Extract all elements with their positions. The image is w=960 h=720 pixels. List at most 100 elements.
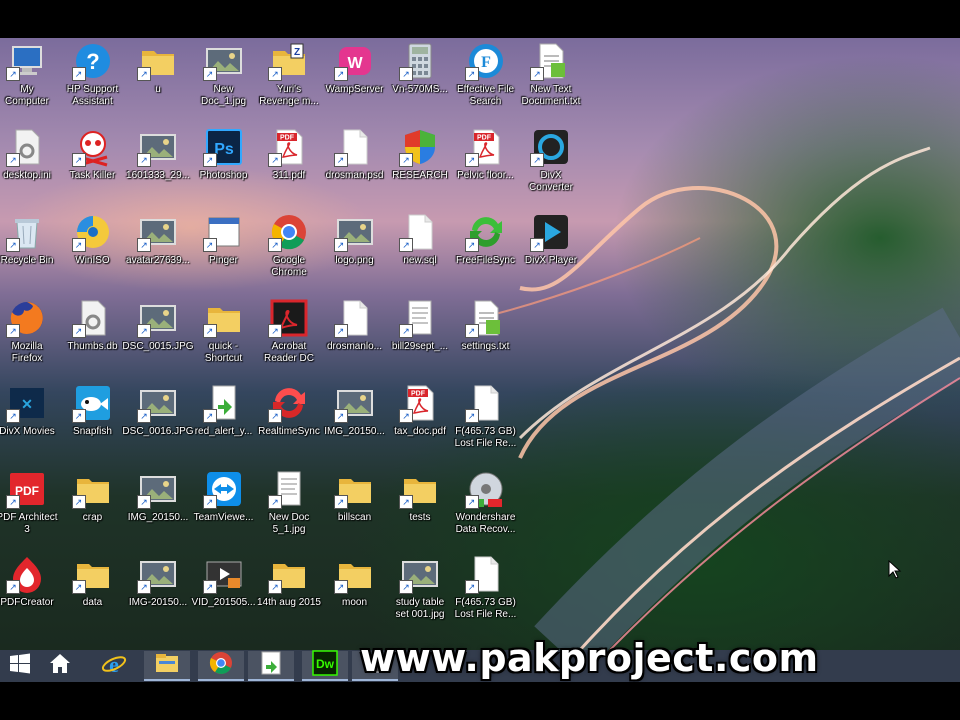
desktop-shortcut-label: 311.pdf [272,169,306,181]
desktop-shortcut[interactable]: ↗ PDFCreator [0,552,59,638]
desktop-shortcut[interactable]: W ↗ WampServer [323,39,387,125]
desktop-shortcut-label: study table set 001.jpg [395,597,445,620]
desktop-shortcut[interactable]: Z ↗ Yuri's Revenge m... [257,39,321,125]
desktop-shortcut[interactable]: ↗ 14th aug 2015 [257,552,321,638]
shortcut-arrow-icon: ↗ [202,494,217,509]
desktop-shortcut[interactable]: ↗ tests [388,467,452,553]
desktop-shortcut[interactable]: ↗ IMG_20150... [126,467,190,553]
shortcut-arrow-icon: ↗ [333,152,348,167]
desktop-shortcut[interactable]: ↗ New Doc 5_1.jpg [257,467,321,553]
desktop-shortcut[interactable]: PDF ↗ 311.pdf [257,125,321,211]
desktop-shortcut[interactable]: ↗ billscan [323,467,387,553]
desktop-shortcut[interactable]: ↗ Vn-570MS... [388,39,452,125]
file-explorer-button[interactable] [144,651,190,681]
desktop-shortcut[interactable]: ↗ study table set 001.jpg [388,552,452,638]
desktop-shortcut[interactable]: ↗ TeamViewe... [192,467,256,553]
dreamweaver-button[interactable]: Dw [302,649,348,681]
desktop-shortcut[interactable]: ↗ red_alert_y... [192,381,256,467]
desktop-shortcut[interactable]: ↗ F(465.73 GB) Lost File Re... [454,552,518,638]
blank-file-icon: ↗ [333,298,376,338]
desktop-shortcut[interactable]: ↗ DSC_0016.JPG [122,381,194,467]
internet-explorer-button[interactable]: e [94,651,134,681]
desktop-shortcut[interactable]: F ↗ Effective File Search [454,39,518,125]
shortcut-arrow-icon: ↗ [464,67,479,81]
shield-icon: ↗ [399,127,441,167]
desktop[interactable]: ↗ My Computer? ↗ HP Support Assistant ↗ u ↗ New… [0,38,960,650]
desktop-shortcut-label: HP Support Assistant [66,84,119,107]
shortcut-arrow-icon: ↗ [333,67,348,81]
desktop-shortcut-label: Pinger [209,255,238,266]
shortcut-arrow-icon: ↗ [333,238,348,252]
desktop-shortcut[interactable]: ↗ Recycle Bin [0,210,59,296]
chrome-button[interactable] [198,651,244,681]
desktop-shortcut[interactable]: ↗ New Text Document.txt [519,39,583,125]
desktop-shortcut[interactable]: ↗ moon [323,552,387,638]
desktop-shortcut[interactable]: ↗ Mozilla Firefox [0,296,59,382]
desktop-shortcut[interactable]: ↗ Task Killer [61,125,125,211]
desktop-shortcut[interactable]: PDF ↗ Pelvic floor... [454,125,518,211]
desktop-shortcut[interactable]: ↗ drosmanlo... [323,296,387,382]
desktop-shortcut[interactable]: ↗ desktop.ini [0,125,59,211]
desktop-shortcut[interactable]: ↗ DivX Converter [519,125,583,211]
desktop-shortcut[interactable]: ↗ IMG_20150... [323,381,387,467]
desktop-shortcut-label: New Doc 5_1.jpg [268,511,310,535]
desktop-shortcut[interactable]: ? ↗ HP Support Assistant [61,39,125,125]
desktop-shortcut[interactable]: Ps ↗ Photoshop [192,125,256,211]
desktop-shortcut[interactable]: ↗ RealtimeSync [257,381,321,467]
desktop-shortcut[interactable]: ↗ Pinger [192,210,256,296]
desktop-shortcut[interactable]: ↗ crap [61,467,125,553]
fish-icon: ↗ [71,383,114,423]
desktop-shortcut[interactable]: ↗ settings.txt [454,296,518,382]
desktop-shortcut[interactable]: ↗ DSC_0015.JPG [122,296,194,382]
desktop-shortcut[interactable]: ↗ avatar27639... [126,210,190,296]
desktop-shortcut-label: Thumbs.db [67,340,118,352]
desktop-shortcut[interactable]: ↗ My Computer [0,39,59,125]
desktop-shortcut-label: tax_doc.pdf [394,426,446,437]
desktop-shortcut[interactable]: ↗ Wondershare Data Recov... [454,467,518,553]
desktop-shortcut[interactable]: ↗ Acrobat Reader DC [257,296,321,382]
desktop-shortcut[interactable]: ↗ IMG-20150... [126,552,190,638]
shortcut-arrow-icon: ↗ [6,409,20,423]
desktop-shortcut[interactable]: ↗ Google Chrome [257,210,321,296]
shortcut-arrow-icon: ↗ [333,494,348,509]
desktop-shortcut[interactable]: ↗ New Doc_1.jpg [192,39,256,125]
desktop-shortcut[interactable]: ↗ WinISO [61,210,125,296]
desktop-shortcut[interactable]: ↗ RESEARCH [388,125,452,211]
shortcut-arrow-icon: ↗ [268,494,282,509]
svg-text:W: W [347,55,363,72]
desktop-shortcut[interactable]: ↗ F(465.73 GB) Lost File Re... [454,381,518,467]
installer-button[interactable] [248,651,294,681]
image-icon: ↗ [137,298,179,338]
desktop-shortcut[interactable]: ↗ new.sql [388,210,452,296]
home-button[interactable] [40,651,80,681]
desktop-shortcut[interactable]: ↗ bill29sept_... [388,296,452,382]
desktop-shortcut[interactable]: ↗ quick - Shortcut [192,296,256,382]
desktop-shortcut[interactable]: ↗ logo.png [323,210,387,296]
desktop-shortcut[interactable]: PDF↗PDF Architect 3 [0,467,59,553]
svg-text:Z: Z [294,47,300,58]
desktop-shortcut[interactable]: PDF ↗ tax_doc.pdf [388,381,452,467]
settings-file-icon: ↗ [71,298,114,338]
desktop-shortcut[interactable]: ↗ u [126,39,190,125]
desktop-shortcut[interactable]: ↗ Snapfish [61,381,125,467]
help-icon: ? ↗ [71,41,114,81]
pdfcreator-icon: ↗ [6,554,48,594]
sync-green-icon: ↗ [464,212,507,252]
desktop-shortcut[interactable]: ↗ data [61,552,125,638]
desktop-shortcut[interactable]: ↗ FreeFileSync [454,210,518,296]
start-button[interactable] [0,651,40,681]
app-window-icon: ↗ [202,212,245,252]
pdf-icon: PDF ↗ [399,383,441,423]
svg-text:e: e [109,652,119,677]
desktop-shortcut[interactable]: ↗ drosman.psd [323,125,387,211]
desktop-shortcut[interactable]: ↗ Thumbs.db [61,296,125,382]
desktop-shortcut[interactable]: ↗ DivX Player [519,210,583,296]
desktop-shortcut[interactable]: ✕ ↗ DivX Movies [0,381,59,467]
desktop-shortcut[interactable]: ↗ VID_201505... [192,552,256,638]
disc-icon: ↗ [71,212,114,252]
svg-text:Ps: Ps [214,141,234,158]
image-icon: ↗ [137,554,179,594]
svg-text:✕: ✕ [21,396,33,412]
desktop-shortcut[interactable]: ↗ 1601333_29... [126,125,190,211]
desktop-shortcut-label: My Computer [5,84,49,107]
